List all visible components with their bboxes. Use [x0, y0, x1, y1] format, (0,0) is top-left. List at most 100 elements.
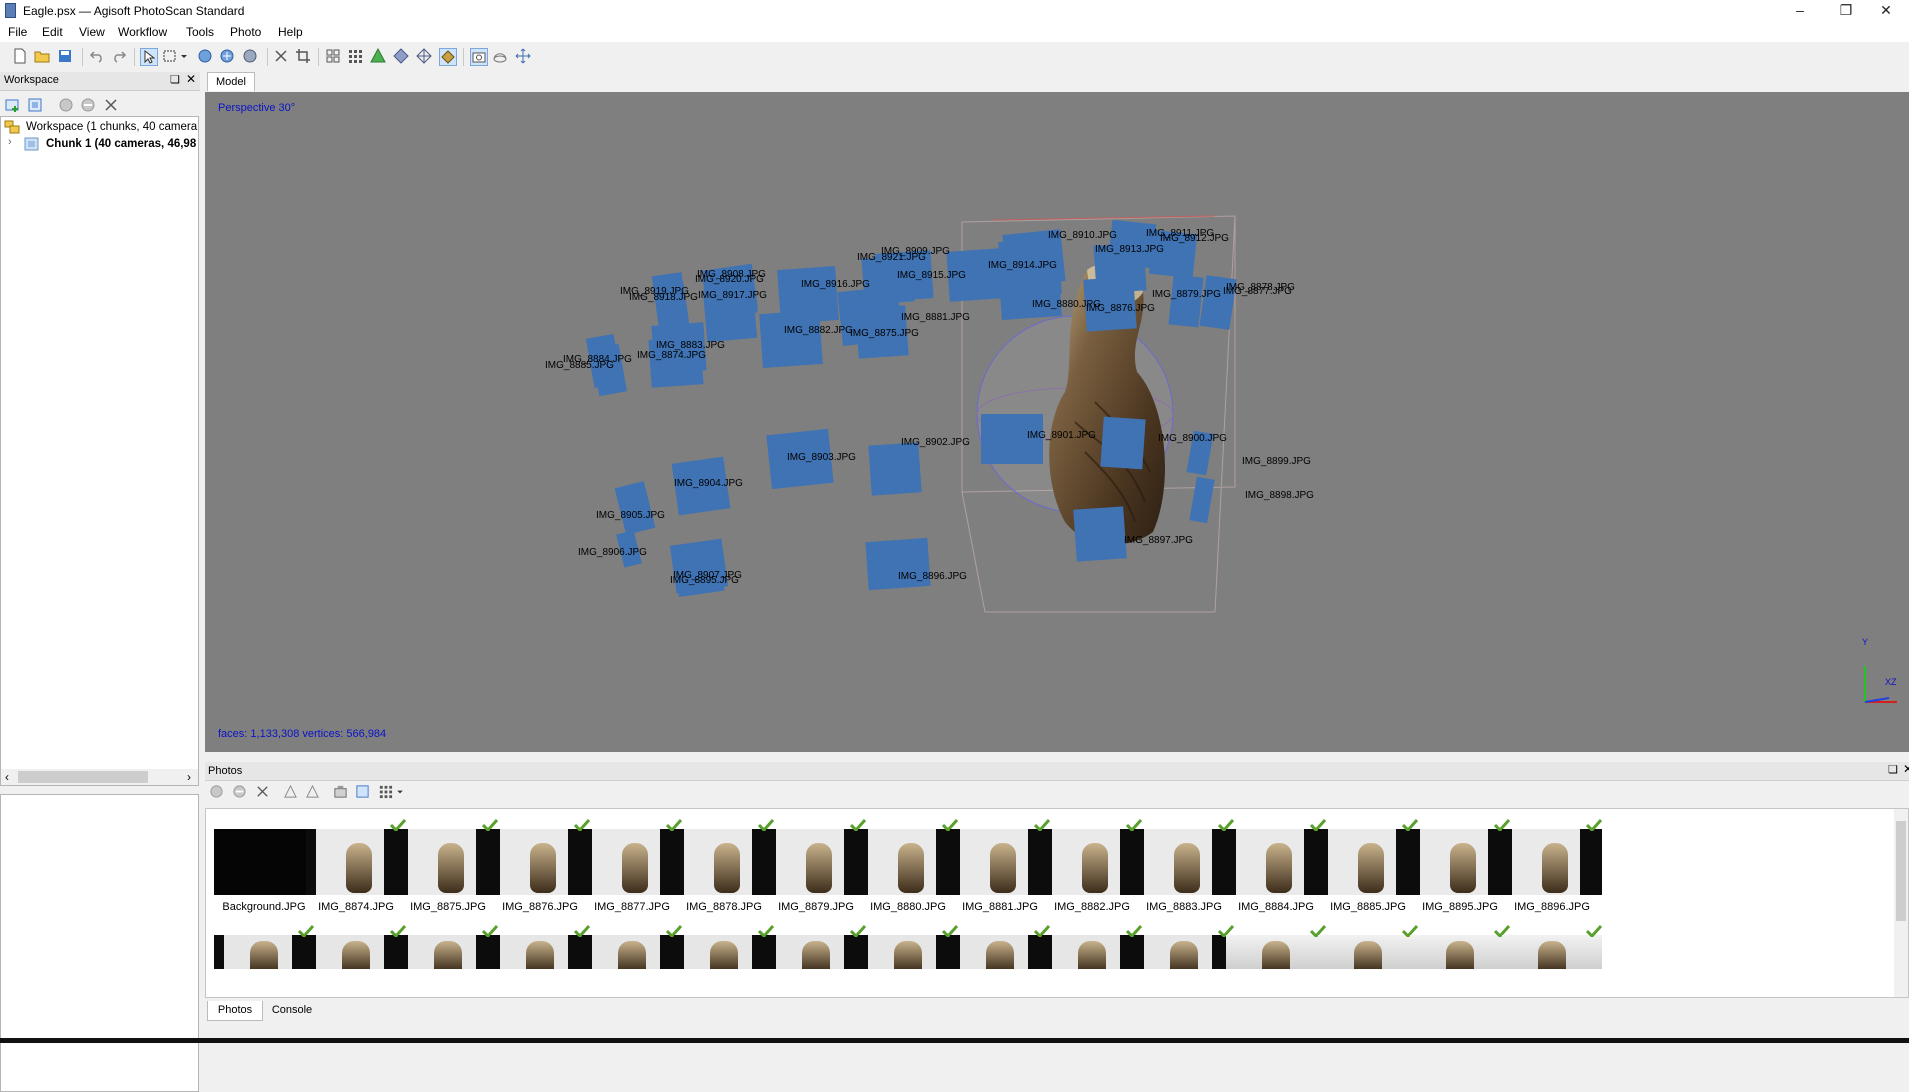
menu-workflow[interactable]: Workflow	[118, 25, 167, 39]
model-viewport[interactable]: Perspective 30° faces: 1,133,308 vertice…	[205, 92, 1909, 752]
tab-console[interactable]: Console	[262, 1001, 322, 1020]
camera-plane[interactable]	[868, 442, 922, 496]
rotate-left-icon[interactable]	[283, 784, 298, 799]
redo-icon[interactable]	[111, 48, 127, 64]
remove-items-icon[interactable]	[103, 97, 119, 113]
disable-icon[interactable]	[80, 97, 96, 113]
photo-thumbnail[interactable]	[1410, 829, 1510, 895]
photo-thumbnail[interactable]	[1502, 935, 1602, 969]
photo-thumbnail[interactable]	[1134, 829, 1234, 895]
view-mode-icon[interactable]	[378, 784, 393, 799]
camera-plane[interactable]	[1073, 506, 1127, 562]
show-points-icon[interactable]	[347, 48, 363, 64]
new-file-icon[interactable]	[12, 48, 28, 64]
photo-thumbnail[interactable]	[1502, 829, 1602, 895]
add-chunk-icon[interactable]	[4, 97, 20, 113]
remove-photos-icon[interactable]	[255, 784, 270, 799]
filter-photos-icon[interactable]	[333, 784, 348, 799]
axis-xz-label: XZ	[1885, 677, 1897, 687]
photo-thumbnail[interactable]	[1318, 935, 1418, 969]
photo-thumbnail[interactable]	[306, 829, 406, 895]
move-object-icon[interactable]	[219, 48, 235, 64]
camera-plane[interactable]	[1100, 416, 1146, 470]
selection-dropdown-icon[interactable]	[180, 48, 188, 64]
photo-thumbnail[interactable]	[490, 829, 590, 895]
photo-thumbnail[interactable]	[490, 935, 590, 969]
enable-icon[interactable]	[58, 97, 74, 113]
tab-photos[interactable]: Photos	[207, 1001, 263, 1021]
menu-view[interactable]: View	[79, 25, 105, 39]
camera-label: IMG_8903.JPG	[787, 452, 856, 463]
disable-photos-icon[interactable]	[232, 784, 247, 799]
photo-thumbnail[interactable]	[950, 935, 1050, 969]
menu-file[interactable]: File	[8, 25, 27, 39]
photo-thumbnail[interactable]	[398, 829, 498, 895]
rectangle-selection-icon[interactable]	[162, 48, 178, 64]
photo-thumbnail[interactable]	[674, 935, 774, 969]
chunk-label[interactable]: Chunk 1 (40 cameras, 46,98	[46, 138, 196, 150]
photo-thumbnail[interactable]	[306, 935, 406, 969]
photos-scrollbar-thumb[interactable]	[1896, 821, 1906, 921]
undock-photos-icon[interactable]: ❏	[1888, 763, 1898, 776]
photo-thumbnail[interactable]	[1318, 829, 1418, 895]
camera-plane[interactable]	[759, 309, 823, 369]
photo-thumbnail[interactable]	[1226, 935, 1326, 969]
photo-thumbnail[interactable]	[398, 935, 498, 969]
textured-model-icon[interactable]	[439, 48, 457, 66]
menu-photo[interactable]: Photo	[230, 25, 261, 39]
wireframe-model-icon[interactable]	[416, 48, 432, 64]
tab-model[interactable]: Model	[207, 72, 255, 91]
horizontal-scrollbar[interactable]: ‹ ›	[1, 769, 198, 785]
photo-thumbnail[interactable]	[1042, 935, 1142, 969]
scrollbar-thumb[interactable]	[18, 771, 148, 783]
solid-model-icon[interactable]	[393, 48, 409, 64]
menu-tools[interactable]: Tools	[186, 25, 214, 39]
enable-photos-icon[interactable]	[209, 784, 224, 799]
photo-thumbnail[interactable]	[766, 829, 866, 895]
undock-icon[interactable]: ❏	[170, 73, 180, 86]
photo-thumbnail[interactable]	[1042, 829, 1142, 895]
photo-thumbnail[interactable]	[1410, 935, 1510, 969]
shaded-model-icon[interactable]	[370, 48, 386, 64]
expand-chunk-icon[interactable]: ›	[8, 136, 12, 148]
open-folder-icon[interactable]	[34, 48, 50, 64]
photo-thumbnail[interactable]	[766, 935, 866, 969]
menu-help[interactable]: Help	[278, 25, 303, 39]
reset-view-icon[interactable]	[515, 48, 531, 64]
photo-thumbnail[interactable]	[950, 829, 1050, 895]
add-photos-icon[interactable]	[27, 97, 43, 113]
crop-icon[interactable]	[295, 48, 311, 64]
rotate-object-icon[interactable]	[197, 48, 213, 64]
delete-selection-icon[interactable]	[273, 48, 289, 64]
close-panel-icon[interactable]: ✕	[186, 72, 196, 86]
photo-thumbnail[interactable]	[858, 829, 958, 895]
photo-thumbnail[interactable]	[214, 935, 314, 969]
minimize-button[interactable]: –	[1777, 0, 1823, 22]
camera-plane[interactable]	[865, 537, 931, 591]
show-cameras-icon[interactable]	[325, 48, 341, 64]
photo-thumbnail[interactable]	[1226, 829, 1326, 895]
scroll-left-icon[interactable]: ‹	[5, 770, 9, 784]
show-camera-planes-icon[interactable]	[470, 48, 488, 66]
scroll-right-icon[interactable]: ›	[187, 770, 191, 784]
photo-thumbnail[interactable]	[1134, 935, 1234, 969]
undo-icon[interactable]	[89, 48, 105, 64]
photo-thumbnail[interactable]	[674, 829, 774, 895]
photo-thumbnail[interactable]	[214, 829, 314, 895]
photo-thumbnail[interactable]	[582, 935, 682, 969]
view-mode-dropdown-icon[interactable]	[396, 784, 404, 799]
close-window-button[interactable]: ✕	[1863, 0, 1909, 22]
menu-edit[interactable]: Edit	[42, 25, 63, 39]
photo-thumbnail[interactable]	[858, 935, 958, 969]
scale-object-icon[interactable]	[242, 48, 258, 64]
workspace-root-label[interactable]: Workspace (1 chunks, 40 camera	[26, 121, 197, 133]
close-photos-icon[interactable]: ✕	[1903, 762, 1909, 776]
save-icon[interactable]	[57, 48, 73, 64]
camera-plane[interactable]	[1168, 274, 1204, 328]
rotate-right-icon[interactable]	[305, 784, 320, 799]
show-trackball-icon[interactable]	[492, 48, 508, 64]
navigation-cursor-icon[interactable]	[140, 48, 158, 66]
reset-filter-icon[interactable]	[355, 784, 370, 799]
photo-thumbnail[interactable]	[582, 829, 682, 895]
photos-vertical-scrollbar[interactable]	[1894, 809, 1908, 997]
